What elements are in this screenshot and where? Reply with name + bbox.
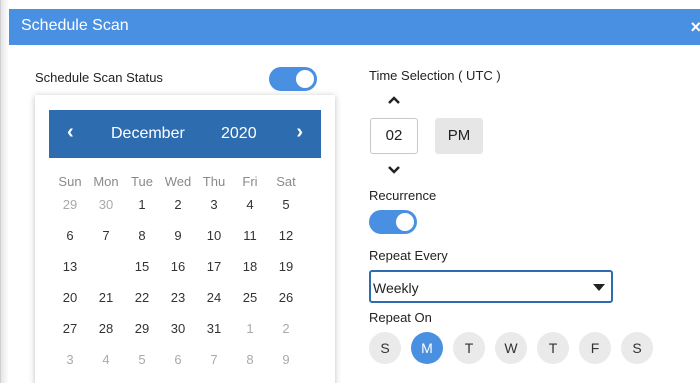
schedule-status-label: Schedule Scan Status bbox=[35, 70, 163, 85]
calendar-day[interactable]: 10 bbox=[197, 221, 231, 251]
time-selection-label: Time Selection ( UTC ) bbox=[369, 68, 501, 83]
repeat-every-label: Repeat Every bbox=[369, 248, 448, 263]
calendar-day[interactable]: 6 bbox=[161, 345, 195, 375]
calendar-header: ‹ December 2020 › bbox=[49, 110, 321, 158]
chevron-right-icon[interactable]: › bbox=[296, 121, 303, 144]
schedule-scan-dialog: Schedule Scan × Schedule Scan Status ‹ D… bbox=[0, 0, 700, 383]
calendar-day[interactable]: 6 bbox=[53, 221, 87, 251]
calendar-day[interactable]: 1 bbox=[233, 314, 267, 344]
calendar-day[interactable]: 7 bbox=[89, 221, 123, 251]
calendar-day[interactable]: 7 bbox=[197, 345, 231, 375]
calendar-day[interactable]: 2 bbox=[161, 190, 195, 220]
calendar-day[interactable]: 16 bbox=[161, 252, 195, 282]
calendar-day-selected[interactable]: 14 bbox=[89, 251, 123, 283]
weekday-toggle-5[interactable]: F bbox=[579, 332, 611, 364]
calendar-week-row: 20 21 22 23 24 25 26 bbox=[59, 283, 307, 313]
calendar-day[interactable]: 2 bbox=[269, 314, 303, 344]
repeat-on-days: SMTWTFS bbox=[369, 332, 669, 364]
calendar-year[interactable]: 2020 bbox=[221, 125, 257, 143]
weekday-toggle-1[interactable]: M bbox=[411, 332, 443, 364]
calendar-day[interactable]: 9 bbox=[161, 221, 195, 251]
calendar-month[interactable]: December bbox=[111, 125, 185, 143]
calendar-week-row: 29 30 1 2 3 4 5 bbox=[59, 190, 307, 220]
calendar-day[interactable]: 24 bbox=[197, 283, 231, 313]
calendar-day[interactable]: 4 bbox=[89, 345, 123, 375]
chevron-left-icon[interactable]: ‹ bbox=[67, 121, 74, 144]
weekday-toggle-0[interactable]: S bbox=[369, 332, 401, 364]
calendar-day[interactable]: 3 bbox=[197, 190, 231, 220]
calendar-day[interactable]: 8 bbox=[125, 221, 159, 251]
calendar-day[interactable]: 9 bbox=[269, 345, 303, 375]
calendar-day[interactable]: 27 bbox=[53, 314, 87, 344]
toggle-knob bbox=[296, 70, 314, 88]
repeat-on-label: Repeat On bbox=[369, 310, 432, 325]
date-picker: ‹ December 2020 › Sun Mon Tue Wed Thu Fri Sat 2… bbox=[35, 95, 335, 383]
dialog-title: Schedule Scan bbox=[21, 17, 129, 34]
schedule-status-toggle[interactable] bbox=[269, 67, 317, 91]
hour-decrement-icon[interactable] bbox=[387, 162, 401, 180]
calendar-day[interactable]: 4 bbox=[233, 190, 267, 220]
calendar-day[interactable]: 13 bbox=[53, 252, 87, 282]
ampm-toggle-button[interactable]: PM bbox=[435, 118, 483, 154]
hour-increment-icon[interactable] bbox=[387, 92, 401, 110]
weekday-toggle-2[interactable]: T bbox=[453, 332, 485, 364]
calendar-day[interactable]: 18 bbox=[233, 252, 267, 282]
calendar-week-row: 6 7 8 9 10 11 12 bbox=[59, 221, 307, 251]
calendar-day[interactable]: 5 bbox=[125, 345, 159, 375]
calendar-day[interactable]: 15 bbox=[125, 252, 159, 282]
calendar-day[interactable]: 3 bbox=[53, 345, 87, 375]
calendar-day[interactable]: 28 bbox=[89, 314, 123, 344]
hour-input[interactable]: 02 bbox=[370, 118, 418, 154]
repeat-every-value: Weekly bbox=[373, 280, 419, 296]
close-icon[interactable]: × bbox=[690, 17, 700, 38]
calendar-day[interactable]: 17 bbox=[197, 252, 231, 282]
calendar-day[interactable]: 20 bbox=[53, 283, 87, 313]
calendar-week-row: 3456789 bbox=[59, 345, 307, 375]
calendar-day[interactable]: 1 bbox=[125, 190, 159, 220]
calendar-week-row: 27 28 29 30 31 1 2 bbox=[59, 314, 307, 344]
calendar-day[interactable]: 22 bbox=[125, 283, 159, 313]
weekday-toggle-6[interactable]: S bbox=[621, 332, 653, 364]
calendar-day[interactable]: 5 bbox=[269, 190, 303, 220]
calendar-day[interactable]: 31 bbox=[197, 314, 231, 344]
calendar-day[interactable]: 25 bbox=[233, 283, 267, 313]
dialog-title-bar: Schedule Scan × bbox=[9, 9, 700, 45]
calendar-day[interactable]: 23 bbox=[161, 283, 195, 313]
caret-down-icon bbox=[593, 284, 605, 291]
calendar-day[interactable]: 30 bbox=[89, 190, 123, 220]
calendar-day[interactable]: 29 bbox=[125, 314, 159, 344]
weekday-toggle-3[interactable]: W bbox=[495, 332, 527, 364]
calendar-week-row: 13 14 15 16 17 18 19 bbox=[59, 251, 307, 283]
calendar-day[interactable]: 26 bbox=[269, 283, 303, 313]
calendar-day[interactable]: 21 bbox=[89, 283, 123, 313]
recurrence-label: Recurrence bbox=[369, 188, 437, 203]
calendar-day[interactable]: 12 bbox=[269, 221, 303, 251]
calendar-day[interactable]: 19 bbox=[269, 252, 303, 282]
calendar-day[interactable]: 8 bbox=[233, 345, 267, 375]
calendar-day[interactable]: 30 bbox=[161, 314, 195, 344]
toggle-knob bbox=[396, 213, 414, 231]
repeat-every-select[interactable]: Weekly bbox=[369, 270, 613, 303]
recurrence-toggle[interactable] bbox=[369, 210, 417, 234]
calendar-day[interactable]: 29 bbox=[53, 190, 87, 220]
weekday-toggle-4[interactable]: T bbox=[537, 332, 569, 364]
calendar-day[interactable]: 11 bbox=[233, 221, 267, 251]
dialog-shadow bbox=[1, 0, 9, 383]
